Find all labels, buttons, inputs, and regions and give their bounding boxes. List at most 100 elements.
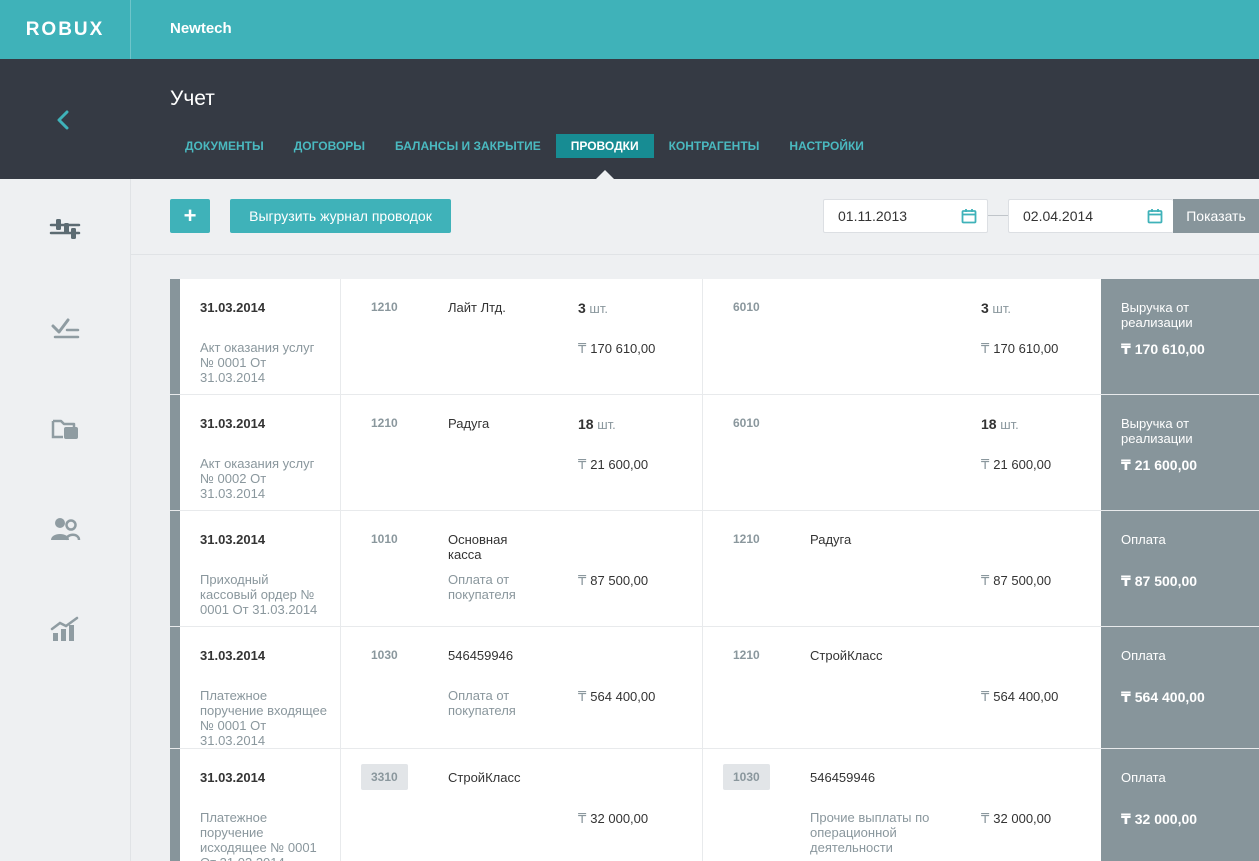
entry-operation: Выручка от реализации: [1121, 300, 1193, 330]
debit-account: 1030: [371, 648, 398, 662]
table-row[interactable]: 31.03.2014 Приходный кассовый ордер № 00…: [170, 511, 1259, 627]
app-logo[interactable]: ROBUX: [0, 0, 131, 59]
column-divider: [340, 279, 341, 394]
debit-party: СтройКласс: [448, 770, 521, 785]
back-button[interactable]: [44, 101, 82, 139]
table-row[interactable]: 31.03.2014 Платежное поручение входящее …: [170, 627, 1259, 749]
debit-account[interactable]: 3310: [361, 764, 408, 790]
date-from-field[interactable]: 01.11.2013: [823, 199, 988, 233]
tenge-icon: ₸: [1121, 811, 1131, 827]
column-divider: [340, 511, 341, 626]
credit-party: СтройКласс: [810, 648, 883, 663]
entry-date: 31.03.2014: [200, 300, 266, 315]
debit-quantity: 3 шт.: [578, 300, 608, 316]
tab-balances[interactable]: БАЛАНСЫ И ЗАКРЫТИЕ: [380, 134, 556, 158]
sliders-icon[interactable]: [46, 213, 84, 245]
tab-counterparties[interactable]: КОНТРАГЕНТЫ: [654, 134, 775, 158]
entry-document[interactable]: Приходный кассовый ордер № 0001 От 31.03…: [200, 572, 328, 617]
entry-total: ₸ 170 610,00: [1121, 341, 1205, 358]
table-row[interactable]: 31.03.2014 Акт оказания услуг № 0001 От …: [170, 279, 1259, 395]
tab-documents[interactable]: ДОКУМЕНТЫ: [170, 134, 279, 158]
date-to-field[interactable]: 02.04.2014: [1008, 199, 1173, 233]
credit-quantity: 18 шт.: [981, 416, 1019, 432]
debit-amount: ₸ 170 610,00: [578, 341, 655, 357]
table-row[interactable]: 31.03.2014 Платежное поручение исходящее…: [170, 749, 1259, 861]
column-divider: [702, 749, 703, 861]
add-button[interactable]: +: [170, 199, 210, 233]
entry-operation: Выручка от реализации: [1121, 416, 1193, 446]
credit-quantity: 3 шт.: [981, 300, 1011, 316]
debit-amount: ₸ 21 600,00: [578, 457, 648, 473]
page-title: Учет: [170, 87, 215, 110]
summary-cell: [1101, 511, 1259, 626]
debit-party: Радуга: [448, 416, 490, 431]
debit-party: Основная касса: [448, 532, 508, 562]
entry-document[interactable]: Акт оказания услуг № 0001 От 31.03.2014: [200, 340, 328, 385]
entry-document[interactable]: Акт оказания услуг № 0002 От 31.03.2014: [200, 456, 328, 501]
credit-amount-value: 21 600,00: [993, 457, 1052, 472]
entry-document[interactable]: Платежное поручение исходящее № 0001 От …: [200, 810, 328, 861]
summary-cell: [1101, 279, 1259, 394]
entry-total-value: 564 400,00: [1134, 689, 1205, 705]
debit-amount-value: 170 610,00: [590, 341, 656, 356]
company-name[interactable]: Newtech: [170, 20, 232, 37]
divider: [131, 254, 1259, 255]
folder-icon[interactable]: [46, 413, 84, 445]
tenge-icon: ₸: [578, 573, 587, 588]
tenge-icon: ₸: [981, 573, 990, 588]
column-divider: [702, 627, 703, 748]
entry-document[interactable]: Платежное поручение входящее № 0001 От 3…: [200, 688, 328, 748]
entry-operation: Оплата: [1121, 770, 1166, 785]
debit-quantity: 18 шт.: [578, 416, 616, 432]
debit-account: 1210: [371, 300, 398, 314]
debit-qty-unit: шт.: [597, 417, 616, 432]
debit-qty-value: 18: [578, 416, 594, 432]
entry-total-value: 32 000,00: [1134, 811, 1198, 827]
checklist-icon[interactable]: [46, 313, 84, 345]
entry-date: 31.03.2014: [200, 532, 266, 547]
tab-entries[interactable]: ПРОВОДКИ: [555, 134, 654, 179]
row-stripe: [170, 279, 180, 394]
entry-date: 31.03.2014: [200, 416, 266, 431]
debit-amount-value: 21 600,00: [590, 457, 649, 472]
tab-settings[interactable]: НАСТРОЙКИ: [774, 134, 878, 158]
debit-qty-unit: шт.: [589, 301, 608, 316]
row-stripe: [170, 749, 180, 861]
tenge-icon: ₸: [1121, 341, 1131, 357]
credit-account: 6010: [733, 416, 760, 430]
debit-amount: ₸ 564 400,00: [578, 689, 655, 705]
chart-icon[interactable]: [46, 613, 84, 645]
section-header: Учет ДОКУМЕНТЫ ДОГОВОРЫ БАЛАНСЫ И ЗАКРЫТ…: [0, 59, 1259, 179]
debit-amount-value: 87 500,00: [590, 573, 649, 588]
calendar-icon[interactable]: [1147, 208, 1163, 224]
credit-qty-value: 3: [981, 300, 989, 316]
summary-cell: [1101, 749, 1259, 861]
tenge-icon: ₸: [981, 341, 990, 356]
entry-total: ₸ 32 000,00: [1121, 811, 1197, 828]
debit-amount-value: 32 000,00: [590, 811, 649, 826]
debit-account: 1010: [371, 532, 398, 546]
top-bar: ROBUX Newtech: [0, 0, 1259, 59]
show-button[interactable]: Показать: [1173, 199, 1259, 233]
row-stripe: [170, 511, 180, 626]
tenge-icon: ₸: [981, 811, 990, 826]
debit-party: Лайт Лтд.: [448, 300, 506, 315]
entry-date: 31.03.2014: [200, 770, 266, 785]
entry-operation: Оплата: [1121, 532, 1166, 547]
tenge-icon: ₸: [578, 457, 587, 472]
column-divider: [702, 279, 703, 394]
tenge-icon: ₸: [981, 457, 990, 472]
section-tabs: ДОКУМЕНТЫ ДОГОВОРЫ БАЛАНСЫ И ЗАКРЫТИЕ ПР…: [170, 134, 879, 179]
tenge-icon: ₸: [981, 689, 990, 704]
calendar-icon[interactable]: [961, 208, 977, 224]
tab-contracts[interactable]: ДОГОВОРЫ: [279, 134, 380, 158]
users-icon[interactable]: [46, 513, 84, 545]
credit-amount-value: 87 500,00: [993, 573, 1052, 588]
table-row[interactable]: 31.03.2014 Акт оказания услуг № 0002 От …: [170, 395, 1259, 511]
debit-amount: ₸ 32 000,00: [578, 811, 648, 827]
debit-amount: ₸ 87 500,00: [578, 573, 648, 589]
export-journal-button[interactable]: Выгрузить журнал проводок: [230, 199, 451, 233]
credit-account: 1210: [733, 648, 760, 662]
debit-qty-value: 3: [578, 300, 586, 316]
credit-account[interactable]: 1030: [723, 764, 770, 790]
